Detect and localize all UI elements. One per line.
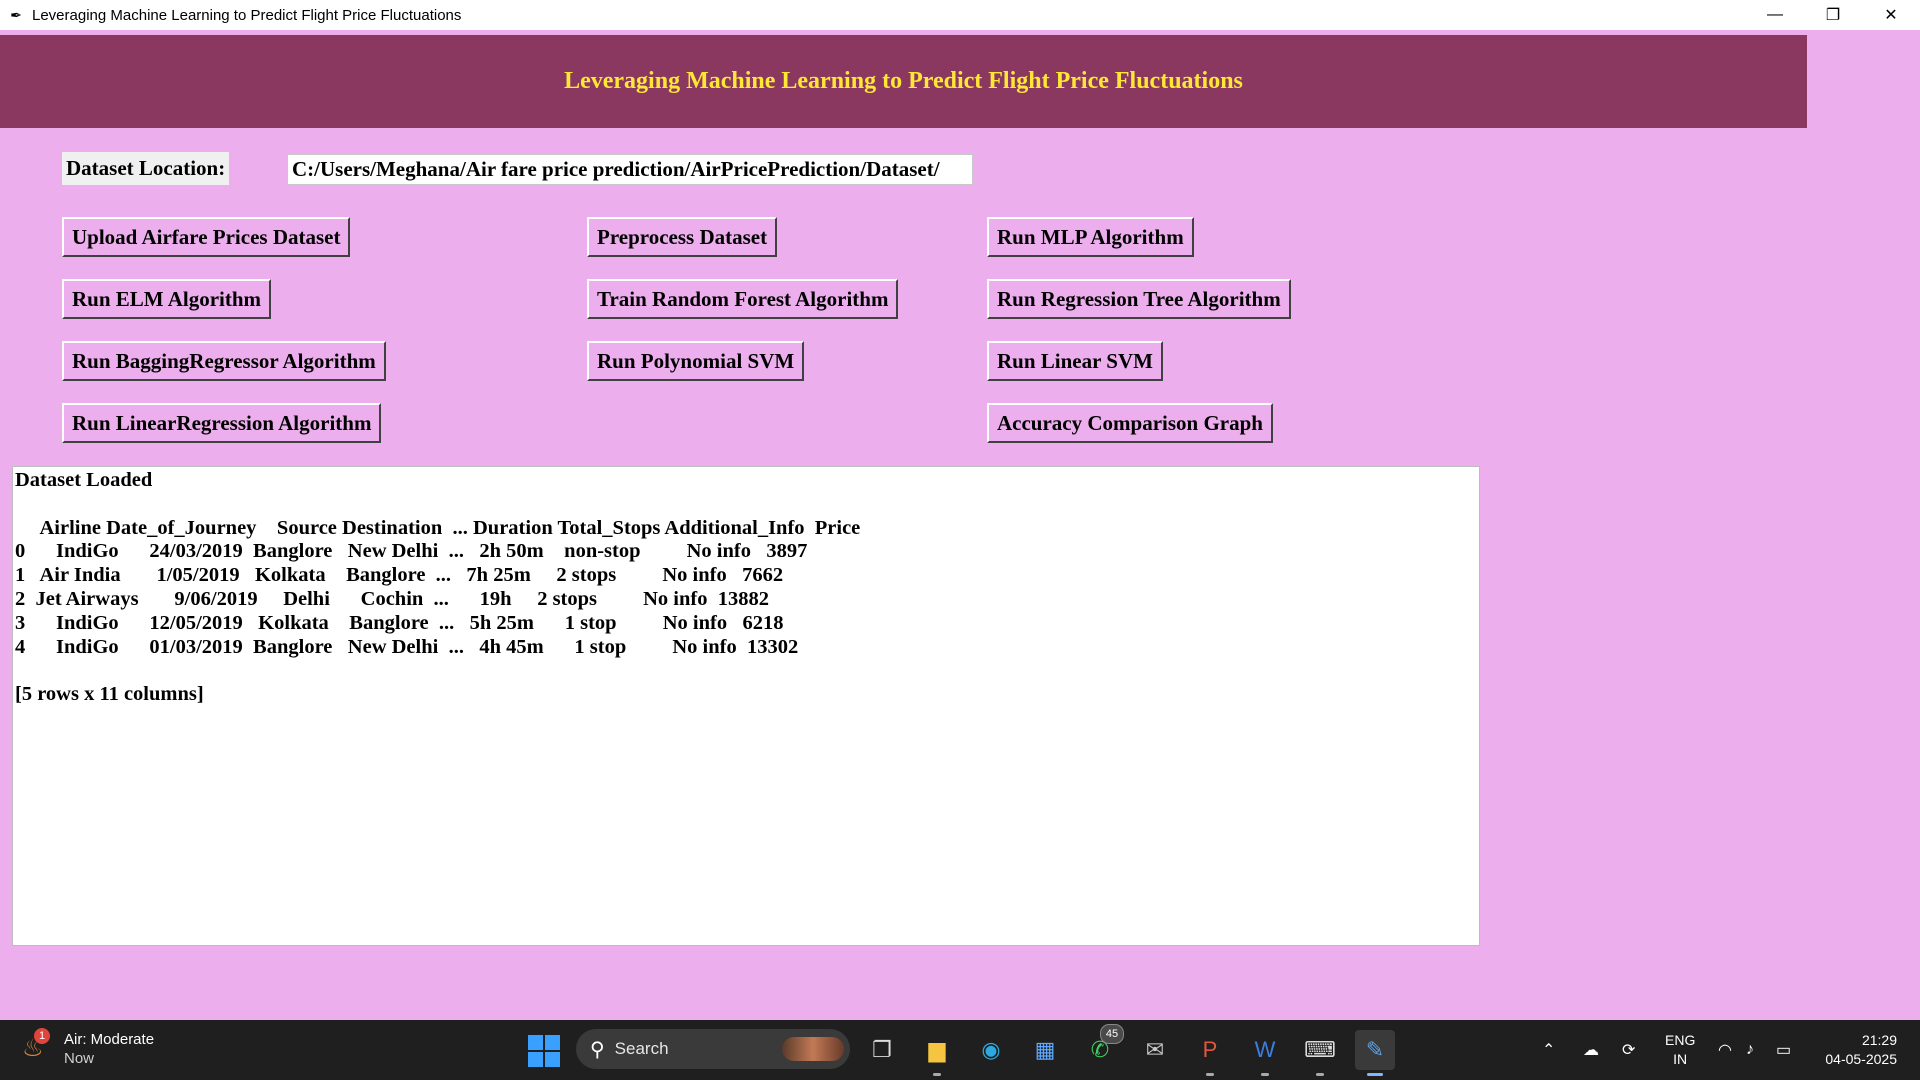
language-indicator[interactable]: ENG IN <box>1665 1031 1695 1069</box>
run-linear-regression-button[interactable]: Run LinearRegression Algorithm <box>62 403 382 443</box>
search-label: Search <box>614 1039 669 1058</box>
mail-icon[interactable]: ✉ <box>1135 1030 1175 1070</box>
clock-time: 21:29 <box>1861 1032 1897 1048</box>
weather-subtitle: Now <box>64 1050 95 1067</box>
language-top: ENG <box>1665 1032 1696 1048</box>
clock[interactable]: 21:29 04-05-2025 <box>1815 1031 1897 1069</box>
run-regression-tree-button[interactable]: Run Regression Tree Algorithm <box>987 279 1291 319</box>
run-mlp-button[interactable]: Run MLP Algorithm <box>987 217 1194 257</box>
weather-widget[interactable]: ♨ 1 Air: Moderate Now <box>22 1028 155 1068</box>
restore-button[interactable]: ❐ <box>1804 0 1862 30</box>
run-elm-button[interactable]: Run ELM Algorithm <box>62 279 272 319</box>
word-icon[interactable]: W <box>1245 1030 1285 1076</box>
wifi-icon[interactable]: ◠ <box>1718 1020 1732 1080</box>
powerpoint-icon[interactable]: P <box>1190 1030 1230 1076</box>
preprocess-dataset-button[interactable]: Preprocess Dataset <box>587 217 778 257</box>
accuracy-comparison-graph-button[interactable]: Accuracy Comparison Graph <box>987 403 1273 443</box>
weather-title: Air: Moderate <box>64 1031 155 1048</box>
search-icon: ⚲ <box>590 1038 605 1061</box>
sync-icon[interactable]: ⟳ <box>1622 1020 1635 1080</box>
microsoft-store-icon[interactable]: ▦ <box>1025 1030 1065 1070</box>
output-text-area[interactable]: Dataset Loaded Airline Date_of_Journey S… <box>12 466 1480 946</box>
close-button[interactable]: ✕ <box>1862 0 1920 30</box>
search-highlight-image <box>782 1037 844 1061</box>
window-controls: — ❐ ✕ <box>1746 0 1920 30</box>
python-app-icon[interactable]: ✎ <box>1355 1030 1395 1076</box>
window-titlebar: ✒ Leveraging Machine Learning to Predict… <box>0 0 1920 30</box>
start-button[interactable] <box>528 1035 560 1067</box>
run-linear-svm-button[interactable]: Run Linear SVM <box>987 341 1163 381</box>
weather-badge: 1 <box>34 1028 50 1044</box>
file-explorer-icon[interactable]: ▆ <box>917 1030 957 1076</box>
volume-icon[interactable]: ♪ <box>1746 1020 1754 1080</box>
edge-browser-icon[interactable]: ◉ <box>971 1030 1011 1070</box>
run-polynomial-svm-button[interactable]: Run Polynomial SVM <box>587 341 805 381</box>
whatsapp-icon[interactable]: ✆ 45 <box>1080 1024 1124 1070</box>
clock-date: 04-05-2025 <box>1825 1051 1897 1067</box>
show-hidden-icons[interactable]: ⌃ <box>1542 1020 1555 1080</box>
onedrive-icon[interactable]: ☁ <box>1583 1020 1599 1080</box>
upload-dataset-button[interactable]: Upload Airfare Prices Dataset <box>62 217 351 257</box>
page-title: Leveraging Machine Learning to Predict F… <box>564 68 1243 94</box>
train-random-forest-button[interactable]: Train Random Forest Algorithm <box>587 279 899 319</box>
header-banner: Leveraging Machine Learning to Predict F… <box>0 35 1807 128</box>
window-title: Leveraging Machine Learning to Predict F… <box>32 6 462 24</box>
dataset-path-field[interactable] <box>287 154 973 185</box>
air-quality-icon: ♨ 1 <box>22 1028 52 1064</box>
taskbar-search[interactable]: ⚲ Search <box>576 1029 850 1069</box>
whatsapp-badge: 45 <box>1100 1024 1124 1044</box>
dataset-location-label: Dataset Location: <box>62 152 230 185</box>
minimize-button[interactable]: — <box>1746 0 1804 30</box>
terminal-icon[interactable]: ⌨ <box>1300 1030 1340 1076</box>
battery-icon[interactable]: ▭ <box>1776 1020 1791 1080</box>
run-bagging-regressor-button[interactable]: Run BaggingRegressor Algorithm <box>62 341 386 381</box>
feather-icon: ✒ <box>10 6 22 23</box>
task-view-icon[interactable]: ❐ <box>862 1030 902 1070</box>
windows-taskbar: ♨ 1 Air: Moderate Now ⚲ Search ❐ ▆ ◉ ▦ ✆… <box>0 1020 1920 1080</box>
language-bottom: IN <box>1673 1051 1688 1067</box>
